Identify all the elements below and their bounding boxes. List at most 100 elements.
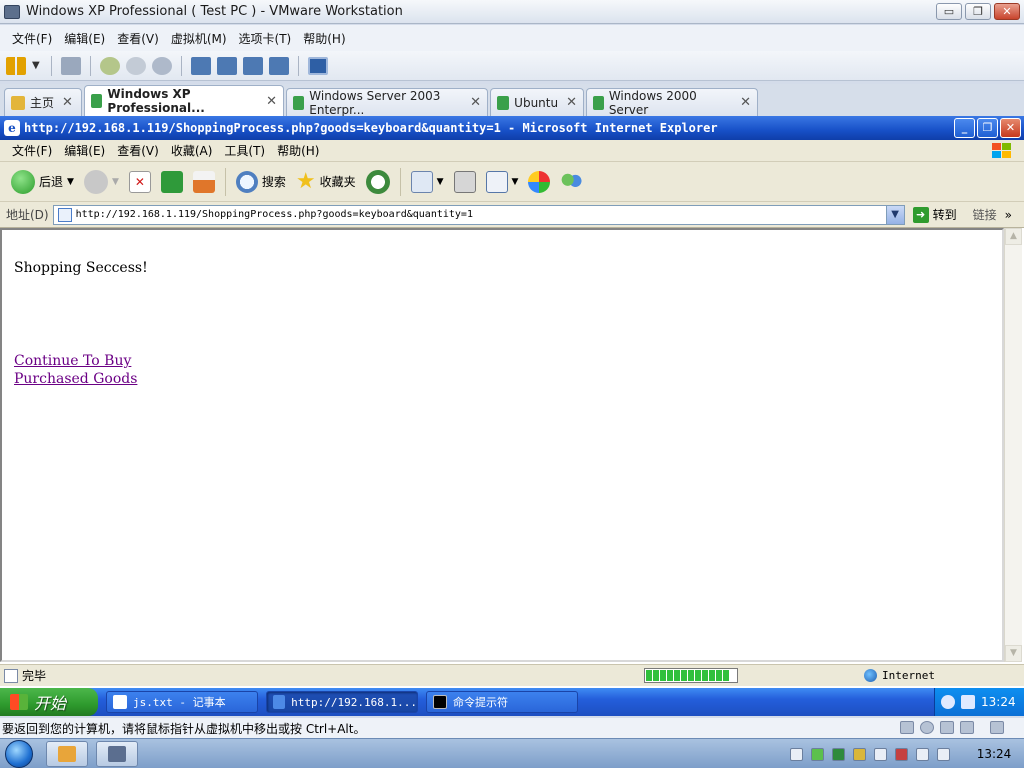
dropdown-arrow-icon[interactable]: ▼ bbox=[437, 177, 444, 187]
tab-close-icon[interactable]: ✕ bbox=[740, 95, 751, 110]
back-button[interactable]: 后退 ▼ bbox=[8, 169, 77, 194]
usb-icon[interactable] bbox=[960, 721, 974, 734]
fullscreen-icon[interactable] bbox=[243, 56, 263, 75]
console-view-icon[interactable] bbox=[217, 56, 237, 75]
dropdown-arrow-icon[interactable]: ▼ bbox=[67, 177, 74, 187]
close-button[interactable]: ✕ bbox=[994, 3, 1020, 20]
taskbar-item-notepad[interactable]: js.txt - 记事本 bbox=[106, 691, 258, 713]
host-start-button[interactable] bbox=[0, 739, 38, 768]
revert-snapshot-icon[interactable] bbox=[126, 56, 146, 75]
dropdown-arrow-icon[interactable]: ▼ bbox=[32, 57, 42, 75]
links-label[interactable]: 链接 bbox=[973, 206, 997, 223]
network-icon[interactable] bbox=[61, 56, 81, 75]
network-icon[interactable] bbox=[916, 747, 929, 761]
home-icon bbox=[11, 95, 25, 110]
ie-restore-button[interactable]: ❐ bbox=[977, 118, 998, 138]
vmware-toolbar: ▼ bbox=[0, 51, 1024, 81]
ie-menu-edit[interactable]: 编辑(E) bbox=[58, 142, 111, 159]
tray-icon[interactable] bbox=[895, 747, 908, 761]
menu-vm[interactable]: 虚拟机(M) bbox=[165, 30, 233, 47]
tray-expand-icon[interactable] bbox=[941, 695, 955, 709]
history-button[interactable] bbox=[363, 169, 393, 194]
purchased-goods-link[interactable]: Purchased Goods bbox=[14, 370, 990, 388]
tray-icon[interactable] bbox=[853, 747, 866, 761]
go-button[interactable]: ➜ 转到 bbox=[912, 206, 957, 223]
dropdown-arrow-icon[interactable]: ▼ bbox=[112, 177, 119, 187]
page-content: Shopping Seccess! Continue To Buy Purcha… bbox=[0, 228, 1004, 662]
tab-ubuntu[interactable]: Ubuntu ✕ bbox=[490, 88, 584, 116]
tab-windows-xp[interactable]: Windows XP Professional... ✕ bbox=[84, 85, 284, 116]
star-icon: ★ bbox=[295, 169, 316, 194]
forward-button[interactable]: ▼ bbox=[81, 169, 122, 194]
tab-windows-server-2003[interactable]: Windows Server 2003 Enterpr... ✕ bbox=[286, 88, 488, 117]
host-app-explorer[interactable] bbox=[46, 740, 88, 767]
tab-close-icon[interactable]: ✕ bbox=[470, 95, 481, 110]
ie-toolbar: 后退 ▼ ▼ ✕ 搜索 ★ 收藏夹 ▼ ▼ bbox=[0, 162, 1024, 202]
toolbar-separator bbox=[181, 55, 182, 76]
scroll-up-icon[interactable]: ▲ bbox=[1005, 228, 1022, 245]
ie-menu-favorites[interactable]: 收藏(A) bbox=[165, 142, 219, 159]
minimize-button[interactable]: ▭ bbox=[936, 3, 962, 20]
vm-running-icon bbox=[593, 95, 604, 110]
shield-icon[interactable] bbox=[832, 747, 845, 761]
xp-start-button[interactable]: 开始 bbox=[0, 688, 98, 716]
cd-rom-icon[interactable] bbox=[920, 721, 934, 734]
home-button[interactable] bbox=[190, 170, 218, 193]
menu-help[interactable]: 帮助(H) bbox=[297, 30, 351, 47]
taskbar-item-cmd[interactable]: 命令提示符 bbox=[426, 691, 578, 713]
mail-button[interactable]: ▼ bbox=[408, 170, 447, 193]
console-icon[interactable] bbox=[308, 56, 328, 75]
edit-button[interactable]: ▼ bbox=[483, 170, 522, 193]
tab-close-icon[interactable]: ✕ bbox=[566, 95, 577, 110]
tab-close-icon[interactable]: ✕ bbox=[62, 95, 73, 110]
pause-icon[interactable] bbox=[6, 56, 26, 75]
unity-icon[interactable] bbox=[269, 56, 289, 75]
snapshot-manager-icon[interactable] bbox=[152, 56, 172, 75]
tray-icon[interactable] bbox=[874, 747, 887, 761]
links-more-icon[interactable]: » bbox=[1005, 208, 1012, 222]
host-app-vmware[interactable] bbox=[96, 740, 138, 767]
network-adapter-icon[interactable] bbox=[940, 721, 954, 734]
tab-home[interactable]: 主页 ✕ bbox=[4, 88, 82, 116]
network-tray-icon[interactable] bbox=[961, 695, 975, 709]
ie-minimize-button[interactable]: _ bbox=[954, 118, 975, 138]
xp-taskbar: 开始 js.txt - 记事本 http://192.168.1... 命令提示… bbox=[0, 688, 1024, 716]
favorites-button[interactable]: ★ 收藏夹 bbox=[293, 169, 359, 194]
scroll-down-icon[interactable]: ▼ bbox=[1005, 645, 1022, 662]
ie-menu-tools[interactable]: 工具(T) bbox=[218, 142, 271, 159]
tray-icon[interactable] bbox=[811, 747, 824, 761]
print-button[interactable] bbox=[451, 170, 479, 193]
tab-close-icon[interactable]: ✕ bbox=[266, 94, 277, 109]
snapshot-icon[interactable] bbox=[100, 56, 120, 75]
message-icon[interactable] bbox=[990, 721, 1004, 734]
menu-edit[interactable]: 编辑(E) bbox=[58, 30, 111, 47]
tray-icon[interactable] bbox=[790, 747, 803, 761]
messenger-people-button[interactable] bbox=[557, 170, 585, 193]
search-button[interactable]: 搜索 bbox=[233, 170, 289, 193]
ie-menu-view[interactable]: 查看(V) bbox=[111, 142, 165, 159]
menu-tabs[interactable]: 选项卡(T) bbox=[233, 30, 298, 47]
dropdown-arrow-icon[interactable]: ▼ bbox=[512, 177, 519, 187]
menu-file[interactable]: 文件(F) bbox=[6, 30, 58, 47]
address-input[interactable]: http://192.168.1.119/ShoppingProcess.php… bbox=[52, 204, 905, 225]
continue-to-buy-link[interactable]: Continue To Buy bbox=[14, 352, 990, 370]
volume-icon[interactable] bbox=[937, 747, 950, 761]
messenger-button[interactable] bbox=[525, 170, 553, 193]
edit-page-icon bbox=[485, 170, 508, 193]
ie-menu-help[interactable]: 帮助(H) bbox=[271, 142, 325, 159]
progress-bar bbox=[644, 668, 738, 683]
ie-close-button[interactable]: ✕ bbox=[1000, 118, 1021, 138]
chevron-down-icon[interactable]: ▼ bbox=[885, 205, 904, 224]
ie-menu-file[interactable]: 文件(F) bbox=[6, 142, 58, 159]
refresh-button[interactable] bbox=[158, 170, 186, 193]
hard-disk-icon[interactable] bbox=[900, 721, 914, 734]
taskbar-item-ie[interactable]: http://192.168.1... bbox=[266, 691, 418, 713]
printer-icon bbox=[453, 170, 476, 193]
menu-view[interactable]: 查看(V) bbox=[111, 30, 165, 47]
toolbar-separator bbox=[224, 167, 226, 196]
stop-button[interactable]: ✕ bbox=[126, 170, 154, 193]
tab-windows-2000-server[interactable]: Windows 2000 Server ✕ bbox=[586, 88, 758, 117]
restore-button[interactable]: ❐ bbox=[965, 3, 991, 20]
vertical-scrollbar[interactable]: ▲ ▼ bbox=[1004, 228, 1022, 662]
sidebar-view-icon[interactable] bbox=[191, 56, 211, 75]
